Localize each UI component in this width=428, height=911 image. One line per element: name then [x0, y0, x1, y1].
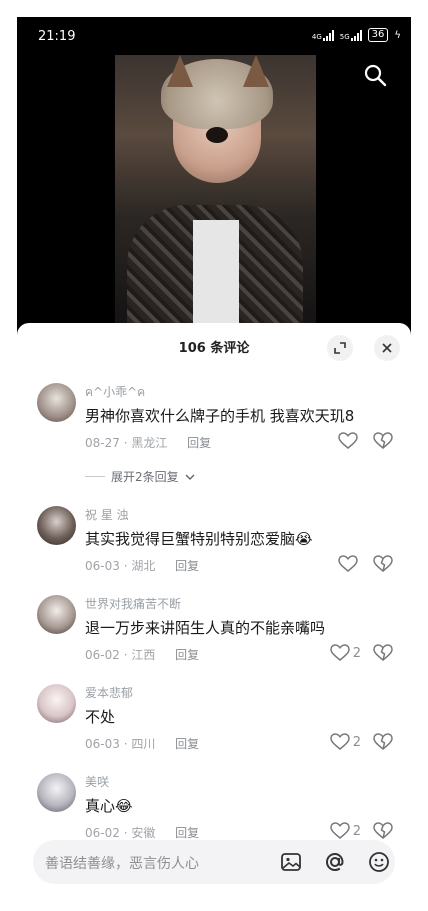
reply-button[interactable]: 回复 — [175, 648, 199, 662]
like-button[interactable]: 2 — [329, 822, 361, 840]
status-time: 21:19 — [38, 29, 76, 44]
comment-text: 退一万步来讲陌生人真的不能亲嘴吗 — [85, 619, 326, 637]
reply-button[interactable]: 回复 — [175, 737, 199, 751]
comment-date: 06-03 — [85, 737, 120, 751]
avatar[interactable] — [37, 773, 76, 812]
reply-button[interactable]: 回复 — [175, 826, 199, 840]
avatar[interactable] — [37, 506, 76, 545]
heart-icon — [338, 555, 358, 572]
comment-meta: 06-03 · 四川 回复 — [85, 737, 200, 751]
dislike-button[interactable] — [373, 555, 393, 577]
comment-date: 06-02 — [85, 648, 120, 662]
broken-heart-icon — [373, 555, 393, 572]
dislike-button[interactable] — [373, 733, 393, 755]
comment-date: 08-27 — [85, 436, 120, 450]
expand-button[interactable] — [327, 335, 353, 361]
at-mention-icon[interactable] — [323, 850, 347, 874]
comment-location: 安徽 — [131, 826, 156, 840]
comment-username[interactable]: 爱本悲郁 — [85, 684, 133, 701]
search-icon[interactable] — [363, 63, 387, 87]
like-button[interactable]: 2 — [329, 733, 361, 751]
expand-icon — [334, 342, 346, 354]
avatar[interactable] — [37, 383, 76, 422]
comment-date: 06-02 — [85, 826, 120, 840]
comment-text: 其实我觉得巨蟹特别特别恋爱脑😭 — [85, 530, 313, 548]
chevron-down-icon — [185, 474, 195, 480]
charging-icon: ϟ — [394, 29, 401, 41]
comment-location: 四川 — [131, 737, 156, 751]
comment-date: 06-03 — [85, 559, 120, 573]
comment-text: 男神你喜欢什么牌子的手机 我喜欢天玑8 — [85, 407, 355, 425]
avatar[interactable] — [37, 684, 76, 723]
reply-button[interactable]: 回复 — [175, 559, 199, 573]
expand-replies-button[interactable]: 展开2条回复 — [85, 468, 195, 485]
comment-username[interactable]: 祝 星 浊 — [85, 506, 129, 523]
like-button[interactable] — [338, 432, 361, 450]
comments-header: 106 条评论 — [17, 323, 411, 369]
like-count: 2 — [352, 823, 361, 839]
heart-icon — [329, 733, 350, 750]
like-count: 2 — [352, 645, 361, 661]
comment-username[interactable]: ค^小乖^ค — [85, 383, 145, 402]
signal-5g-icon: 5G — [340, 29, 362, 41]
heart-icon — [338, 432, 358, 449]
image-icon[interactable] — [279, 850, 303, 874]
comment-meta: 06-02 · 江西 回复 — [85, 648, 200, 662]
broken-heart-icon — [373, 733, 393, 750]
close-button[interactable] — [374, 335, 400, 361]
heart-icon — [329, 644, 350, 661]
emoji-icon[interactable] — [367, 850, 391, 874]
broken-heart-icon — [373, 822, 393, 839]
avatar[interactable] — [37, 595, 76, 634]
status-icons: 4G 5G 36 ϟ — [312, 28, 401, 42]
dislike-button[interactable] — [373, 644, 393, 666]
dog-nose-icon — [206, 127, 228, 143]
comment-location: 黑龙江 — [131, 436, 168, 450]
broken-heart-icon — [373, 432, 393, 449]
comment-input-placeholder[interactable]: 善语结善缘，恶言伤人心 — [45, 853, 199, 873]
broken-heart-icon — [373, 644, 393, 661]
video-person-shirt — [193, 220, 239, 323]
expand-divider — [85, 476, 105, 477]
comment-meta: 06-03 · 湖北 回复 — [85, 559, 200, 573]
like-count: 2 — [352, 734, 361, 750]
comment-username[interactable]: 美咲 — [85, 773, 109, 790]
comment-meta: 06-02 · 安徽 回复 — [85, 826, 200, 840]
signal-4g-icon: 4G — [312, 29, 334, 41]
dislike-button[interactable] — [373, 432, 393, 454]
expand-replies-label: 展开2条回复 — [111, 470, 179, 484]
like-button[interactable]: 2 — [329, 644, 361, 662]
comment-text: 真心😂 — [85, 797, 133, 815]
status-bar: 21:19 4G 5G 36 ϟ — [17, 17, 411, 55]
comment-location: 湖北 — [131, 559, 156, 573]
heart-icon — [329, 822, 350, 839]
comment-username[interactable]: 世界对我痛苦不断 — [85, 595, 181, 612]
video-preview[interactable] — [115, 55, 316, 323]
comment-location: 江西 — [131, 648, 156, 662]
like-button[interactable] — [338, 555, 361, 573]
reply-button[interactable]: 回复 — [187, 436, 211, 450]
comments-sheet: 106 条评论 ค^小乖^ค 男神你喜欢什么牌子的手机 我喜欢天玑8 08-27… — [17, 323, 411, 894]
battery-icon: 36 — [367, 28, 389, 42]
comment-input-bar[interactable]: 善语结善缘，恶言伤人心 — [33, 840, 395, 884]
comment-meta: 08-27 · 黑龙江 回复 — [85, 436, 212, 450]
close-icon — [382, 343, 392, 353]
phone-screen: 21:19 4G 5G 36 ϟ 106 条评论 ค^小乖^ค 男神你喜欢什么牌… — [17, 17, 411, 894]
comment-text: 不处 — [85, 708, 116, 726]
